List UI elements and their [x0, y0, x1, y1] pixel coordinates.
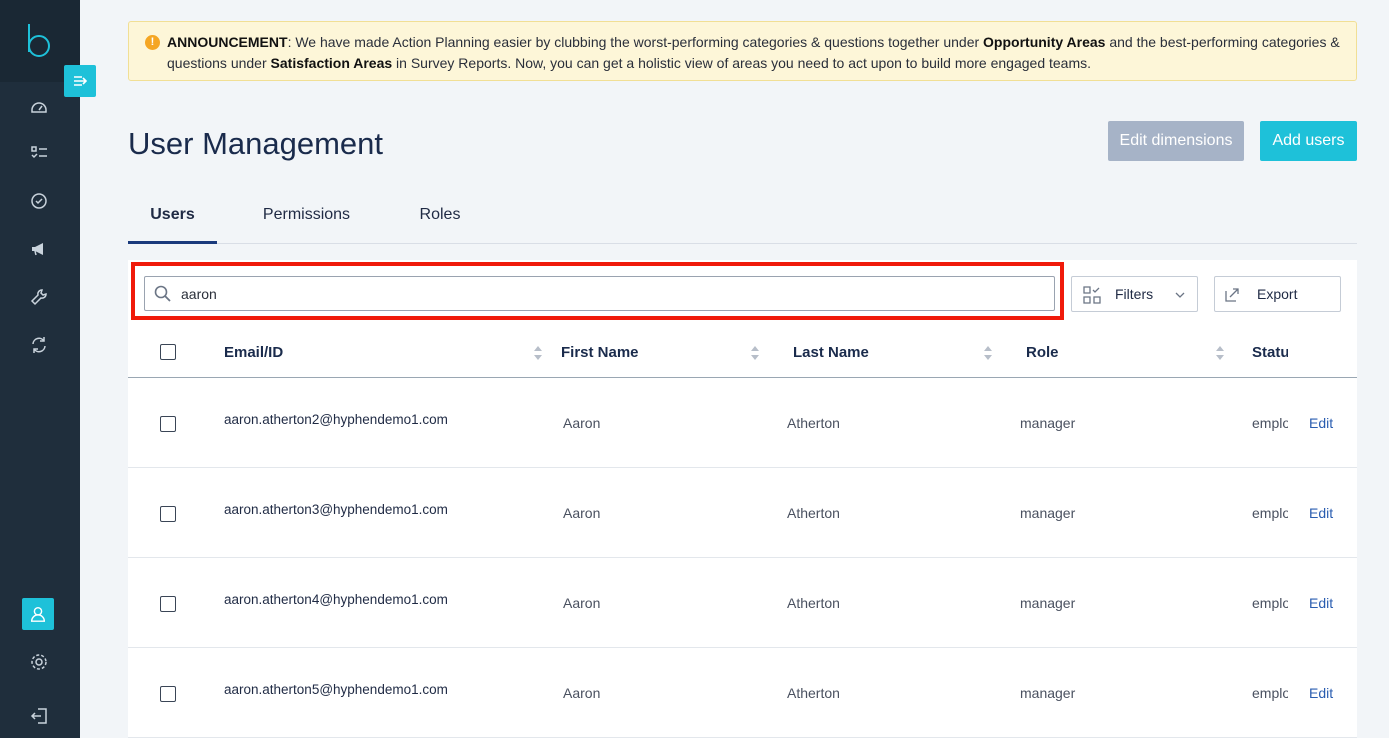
- row-checkbox[interactable]: [160, 416, 176, 432]
- filters-label: Filters: [1115, 286, 1154, 302]
- row-role: manager: [1020, 595, 1076, 611]
- row-status-clip: employee: [1252, 505, 1288, 523]
- dashboard-icon[interactable]: [26, 93, 52, 119]
- row-status-clip: employee: [1252, 415, 1288, 433]
- row-status: employee: [1252, 685, 1288, 701]
- table-row: aaron.atherton3@hyphendemo1.com Aaron At…: [128, 468, 1357, 558]
- row-status: employee: [1252, 415, 1288, 431]
- row-checkbox[interactable]: [160, 596, 176, 612]
- logo-b-icon: [28, 24, 50, 57]
- row-email: aaron.atherton5@hyphendemo1.com: [224, 682, 448, 697]
- row-email: aaron.atherton2@hyphendemo1.com: [224, 412, 448, 427]
- check-circle-icon[interactable]: [26, 188, 52, 214]
- table-row: aaron.atherton4@hyphendemo1.com Aaron At…: [128, 558, 1357, 648]
- row-edit-link[interactable]: Edit: [1309, 415, 1333, 431]
- header-first-name[interactable]: First Name: [561, 344, 639, 361]
- export-icon: [1225, 288, 1239, 302]
- header-role[interactable]: Role: [1026, 344, 1059, 361]
- sort-icon[interactable]: [751, 346, 759, 360]
- row-role: manager: [1020, 505, 1076, 521]
- row-status-clip: employee: [1252, 595, 1288, 613]
- opportunity-areas: Opportunity Areas: [983, 34, 1106, 50]
- add-users-button[interactable]: Add users: [1260, 121, 1357, 161]
- table-header: Email/ID First Name Last Name Role Statu…: [128, 330, 1357, 378]
- select-all-checkbox[interactable]: [160, 344, 176, 360]
- gear-icon[interactable]: [26, 649, 52, 675]
- row-email: aaron.atherton4@hyphendemo1.com: [224, 592, 448, 607]
- row-edit-link[interactable]: Edit: [1309, 685, 1333, 701]
- row-status: employee: [1252, 595, 1288, 611]
- row-role: manager: [1020, 685, 1076, 701]
- header-email[interactable]: Email/ID: [224, 344, 283, 361]
- collapse-icon[interactable]: [64, 65, 96, 97]
- warning-icon: !: [145, 35, 160, 50]
- sort-icon[interactable]: [1216, 346, 1224, 360]
- row-first-name: Aaron: [563, 595, 601, 611]
- row-edit-link[interactable]: Edit: [1309, 505, 1333, 521]
- export-label: Export: [1257, 286, 1298, 302]
- header-last-name[interactable]: Last Name: [793, 344, 869, 361]
- row-last-name: Atherton: [787, 595, 840, 611]
- wrench-icon[interactable]: [26, 284, 52, 310]
- sort-icon[interactable]: [534, 346, 542, 360]
- filter-grid-icon: [1083, 286, 1101, 304]
- search-highlight-box: [131, 262, 1064, 320]
- checklist-icon[interactable]: [26, 140, 52, 166]
- header-status-clip: Status: [1252, 344, 1288, 362]
- edit-dimensions-button[interactable]: Edit dimensions: [1108, 121, 1244, 161]
- row-first-name: Aaron: [563, 415, 601, 431]
- row-status-clip: employee: [1252, 685, 1288, 703]
- export-button[interactable]: Export: [1214, 276, 1341, 312]
- tab-roles[interactable]: Roles: [398, 190, 482, 244]
- tab-users[interactable]: Users: [128, 190, 217, 244]
- announcement-label: ANNOUNCEMENT: [167, 34, 288, 50]
- sort-icon[interactable]: [984, 346, 992, 360]
- filters-button[interactable]: Filters: [1071, 276, 1198, 312]
- user-icon[interactable]: [22, 598, 54, 630]
- row-checkbox[interactable]: [160, 686, 176, 702]
- announcement-banner: ! ANNOUNCEMENT: We have made Action Plan…: [128, 21, 1357, 81]
- row-last-name: Atherton: [787, 685, 840, 701]
- row-first-name: Aaron: [563, 685, 601, 701]
- tab-permissions[interactable]: Permissions: [246, 190, 367, 244]
- row-checkbox[interactable]: [160, 506, 176, 522]
- row-last-name: Atherton: [787, 505, 840, 521]
- row-edit-link[interactable]: Edit: [1309, 595, 1333, 611]
- satisfaction-areas: Satisfaction Areas: [270, 55, 393, 71]
- row-status: employee: [1252, 505, 1288, 521]
- row-last-name: Atherton: [787, 415, 840, 431]
- row-email: aaron.atherton3@hyphendemo1.com: [224, 502, 448, 517]
- announcement-text-3: in Survey Reports. Now, you can get a ho…: [392, 55, 1092, 71]
- row-first-name: Aaron: [563, 505, 601, 521]
- tab-bar: Users Permissions Roles: [128, 190, 1357, 244]
- page-title: User Management: [128, 126, 384, 161]
- announcement-text-1: : We have made Action Planning easier by…: [287, 34, 984, 50]
- logout-icon[interactable]: [26, 703, 52, 729]
- sidebar: [0, 0, 96, 738]
- row-role: manager: [1020, 415, 1076, 431]
- table-row: aaron.atherton5@hyphendemo1.com Aaron At…: [128, 648, 1357, 738]
- chevron-down-icon: [1175, 292, 1185, 298]
- megaphone-icon[interactable]: [26, 236, 52, 262]
- header-status[interactable]: Status: [1252, 344, 1288, 361]
- sync-icon[interactable]: [26, 332, 52, 358]
- table-row: aaron.atherton2@hyphendemo1.com Aaron At…: [128, 378, 1357, 468]
